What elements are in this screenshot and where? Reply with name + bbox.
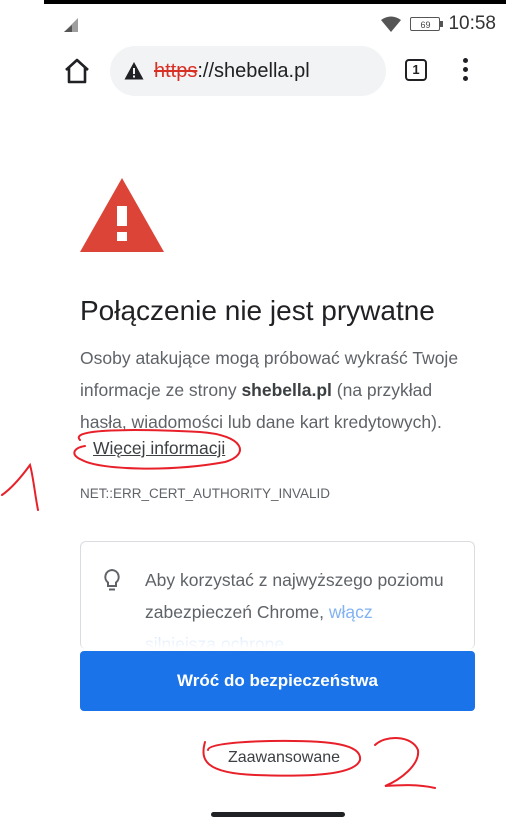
signal-icon — [64, 18, 78, 32]
url-host: ://shebella.pl — [197, 59, 310, 82]
wifi-icon — [381, 16, 402, 32]
battery-level: 69 — [420, 20, 431, 30]
tab-count: 1 — [412, 62, 420, 77]
tabs-icon[interactable]: 1 — [405, 59, 427, 81]
more-vert-icon[interactable] — [462, 58, 470, 84]
page-title: Połączenie nie jest prywatne — [80, 295, 435, 326]
enhanced-protection-tip: Aby korzystać z najwyższego poziomu zabe… — [80, 541, 475, 649]
left-margin — [0, 0, 44, 817]
back-to-safety-button[interactable]: Wróć do bezpieczeństwa — [80, 651, 475, 711]
error-code: NET::ERR_CERT_AUTHORITY_INVALID — [80, 486, 331, 501]
domain-name: shebella.pl — [241, 380, 332, 400]
more-info-link[interactable]: Więcej informacji — [93, 438, 225, 459]
tip-message: Aby korzystać z najwyższego poziomu zabe… — [145, 570, 444, 622]
mark-2 — [374, 737, 436, 789]
warning-triangle-icon — [80, 178, 164, 252]
battery-icon: 69 — [410, 17, 444, 31]
status-bar: 69 10:58 — [44, 0, 506, 40]
advanced-button[interactable]: Zaawansowane — [210, 743, 358, 773]
clock: 10:58 — [448, 13, 496, 34]
lightbulb-icon — [104, 568, 120, 591]
url-text: https://shebella.pl — [154, 60, 310, 83]
browser-toolbar: https://shebella.pl 1 — [44, 40, 506, 102]
home-icon[interactable] — [62, 56, 92, 86]
gesture-nav-bar[interactable] — [211, 812, 345, 817]
warning-icon[interactable] — [124, 61, 144, 81]
url-scheme: https — [154, 59, 198, 82]
address-bar[interactable]: https://shebella.pl — [110, 46, 386, 96]
tip-fade — [81, 623, 474, 649]
warning-description: Osoby atakujące mogą próbować wykraść Tw… — [80, 342, 480, 438]
